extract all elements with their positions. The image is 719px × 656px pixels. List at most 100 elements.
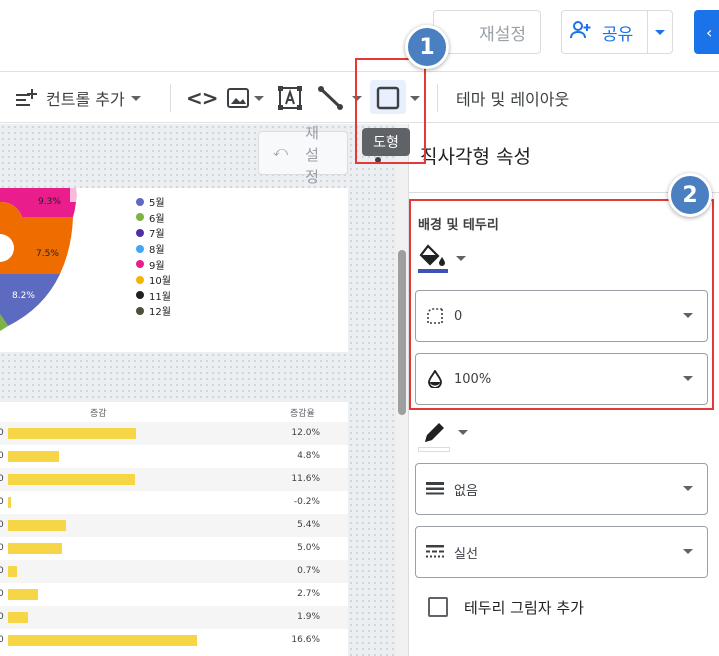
chart-legend: 5월 6월 7월 8월 9월 10월 11월 12월 bbox=[136, 194, 171, 319]
canvas-reset-label: 재설정 bbox=[305, 124, 319, 186]
dash-style-icon bbox=[426, 543, 444, 561]
embed-code-button[interactable]: <> bbox=[186, 73, 219, 123]
legend-label: 6월 bbox=[149, 213, 165, 225]
change-bar bbox=[8, 566, 18, 577]
change-bar bbox=[8, 428, 137, 439]
row-value-prefix: 0 bbox=[0, 428, 4, 438]
legend-item: 7월 bbox=[136, 225, 171, 241]
toolbar-divider bbox=[170, 84, 171, 112]
border-weight-select[interactable]: 없음 bbox=[415, 463, 708, 515]
code-icon: <> bbox=[186, 86, 219, 110]
row-value-prefix: 0 bbox=[0, 520, 4, 530]
add-control-label: 컨트롤 추가 bbox=[46, 90, 125, 109]
row-value-prefix: 0 bbox=[0, 589, 4, 599]
image-button[interactable] bbox=[226, 73, 264, 123]
border-color-picker[interactable] bbox=[418, 420, 468, 452]
reset-button[interactable]: 재설정 bbox=[433, 10, 541, 54]
legend-label: 12월 bbox=[149, 307, 171, 319]
legend-item: 9월 bbox=[136, 256, 171, 272]
share-dropdown-icon[interactable] bbox=[648, 29, 672, 35]
text-button[interactable] bbox=[278, 73, 302, 123]
table-row: 0 12.0% bbox=[0, 422, 348, 445]
shape-tooltip: 도형 bbox=[362, 128, 410, 156]
legend-item: 5월 bbox=[136, 194, 171, 210]
column-header-rate: 증감율 bbox=[290, 409, 315, 419]
legend-swatch bbox=[136, 244, 144, 253]
change-rate: -0.2% bbox=[293, 497, 320, 507]
table-row: 0 16.6% bbox=[0, 629, 348, 652]
refresh-icon: ⤺ bbox=[273, 144, 288, 160]
border-weight-value: 없음 bbox=[454, 483, 478, 499]
pen-icon bbox=[421, 420, 447, 446]
change-rate: 16.6% bbox=[291, 635, 320, 645]
legend-label: 8월 bbox=[149, 245, 165, 257]
change-bar bbox=[8, 543, 62, 554]
change-bar bbox=[8, 520, 67, 531]
table-row: 0 1.9% bbox=[0, 606, 348, 629]
table-card[interactable]: 증감 증감율 0 12.0% 0 4.8% 0 11.6% 0 -0.2% 0 5.4% 0 5.0%… bbox=[0, 402, 348, 656]
callout-badge-1: 1 bbox=[405, 25, 449, 69]
row-value-prefix: 0 bbox=[0, 566, 4, 576]
border-style-select[interactable]: 실선 bbox=[415, 526, 708, 578]
panel-title: 직사각형 속성 bbox=[420, 146, 531, 168]
add-control-button[interactable]: 컨트롤 추가 bbox=[14, 73, 141, 123]
legend-label: 11월 bbox=[149, 291, 171, 303]
table-row: 0 -0.2% bbox=[0, 491, 348, 514]
row-value-prefix: 0 bbox=[0, 474, 4, 484]
legend-swatch bbox=[136, 228, 144, 237]
legend-swatch bbox=[136, 260, 144, 269]
row-value-prefix: 0 bbox=[0, 497, 4, 507]
change-rate: 12.0% bbox=[291, 428, 320, 438]
pie-label-1: 9.3% bbox=[38, 197, 61, 207]
change-bar bbox=[8, 612, 29, 623]
table-row: 0 5.4% bbox=[0, 514, 348, 537]
theme-layout-label: 테마 및 레이아웃 bbox=[456, 90, 570, 109]
legend-label: 7월 bbox=[149, 229, 165, 241]
row-value-prefix: 0 bbox=[0, 612, 4, 622]
change-bar bbox=[8, 474, 135, 485]
legend-label: 9월 bbox=[149, 260, 165, 272]
reset-button-label: 재설정 bbox=[479, 24, 526, 45]
border-style-value: 실선 bbox=[454, 546, 478, 562]
table-row: 0 0.7% bbox=[0, 560, 348, 583]
legend-label: 10월 bbox=[149, 276, 171, 288]
share-button-label: 공유 bbox=[602, 24, 634, 45]
border-color-swatch bbox=[418, 447, 450, 452]
chevron-down-icon bbox=[130, 95, 141, 101]
change-rate: 5.0% bbox=[297, 543, 320, 553]
table-row: 0 2.7% bbox=[0, 583, 348, 606]
legend-label: 5월 bbox=[149, 198, 165, 210]
change-bar bbox=[8, 635, 197, 646]
callout-badge-2: 2 bbox=[668, 173, 712, 217]
legend-item: 11월 bbox=[136, 288, 171, 304]
change-rate: 0.7% bbox=[297, 566, 320, 576]
legend-swatch bbox=[136, 213, 144, 222]
pie-label-2: 7.5% bbox=[36, 249, 59, 259]
legend-item: 8월 bbox=[136, 241, 171, 257]
edit-mode-button[interactable]: ‹ bbox=[694, 10, 719, 54]
share-button[interactable]: 공유 bbox=[561, 10, 673, 54]
canvas-scrollbar-thumb[interactable] bbox=[398, 250, 406, 415]
legend-item: 12월 bbox=[136, 303, 171, 319]
chevron-down-icon bbox=[683, 486, 693, 491]
legend-swatch bbox=[136, 291, 144, 300]
table-row: 0 5.0% bbox=[0, 537, 348, 560]
chevron-left-icon: ‹ bbox=[706, 22, 713, 42]
legend-swatch bbox=[136, 197, 144, 206]
canvas-reset-button[interactable]: ⤺ 재설정 bbox=[258, 124, 348, 186]
toolbar-divider bbox=[437, 84, 438, 112]
change-bar bbox=[8, 451, 60, 462]
pie-slice-9-highlight bbox=[70, 188, 76, 202]
border-shadow-checkbox[interactable] bbox=[428, 597, 448, 617]
chevron-down-icon bbox=[254, 95, 264, 101]
change-rate: 11.6% bbox=[291, 474, 320, 484]
callout-box-2 bbox=[409, 199, 714, 410]
chevron-down-icon bbox=[458, 430, 468, 435]
person-add-icon bbox=[570, 20, 592, 44]
legend-item: 10월 bbox=[136, 272, 171, 288]
pie-chart-card[interactable]: 9.3% 7.5% 8.2% 5월 6월 7월 8월 9월 10월 11월 12월 bbox=[0, 188, 348, 352]
row-value-prefix: 0 bbox=[0, 543, 4, 553]
theme-layout-button[interactable]: 테마 및 레이아웃 bbox=[456, 73, 569, 123]
change-rate: 4.8% bbox=[297, 451, 320, 461]
pie-chart: 9.3% 7.5% 8.2% bbox=[0, 188, 77, 331]
